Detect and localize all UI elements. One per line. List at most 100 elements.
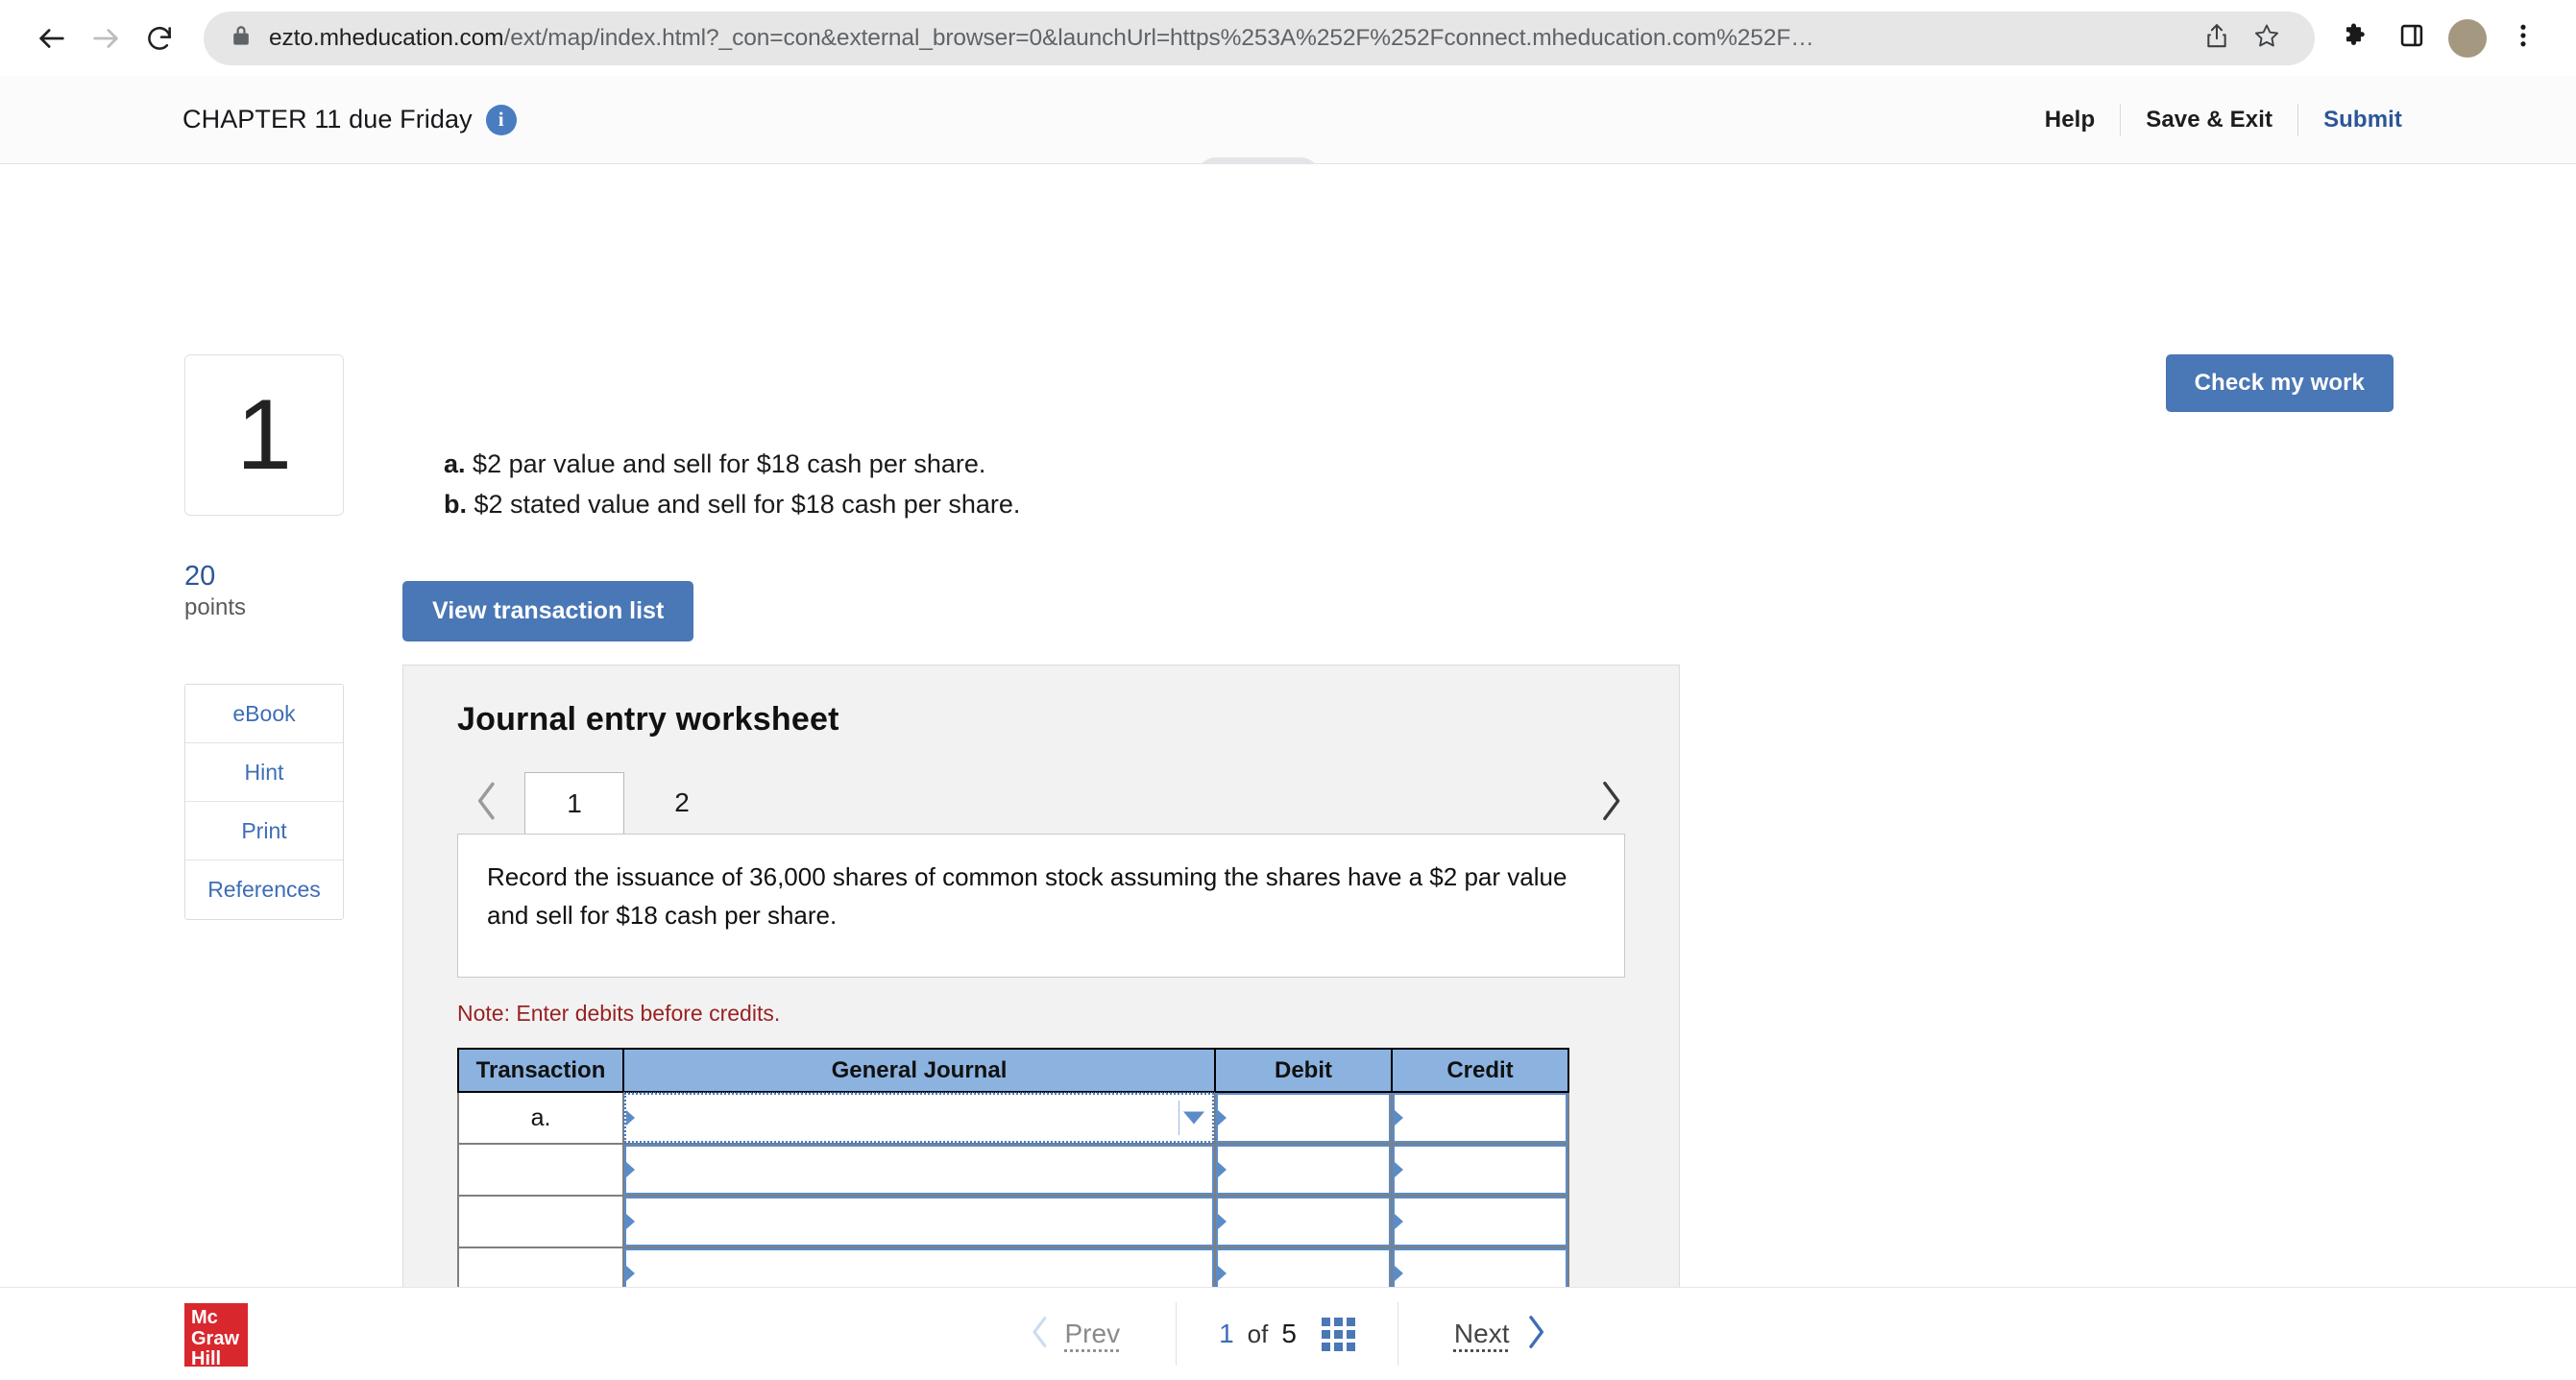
reload-button[interactable] [133, 12, 186, 65]
profile-button[interactable] [2440, 11, 2495, 66]
cell-credit[interactable] [1391, 1091, 1569, 1145]
grid-view-icon[interactable] [1321, 1317, 1355, 1351]
cell-transaction [457, 1195, 624, 1248]
cell-transaction: a. [457, 1091, 624, 1145]
view-transaction-list-button[interactable]: View transaction list [402, 581, 694, 642]
share-button[interactable] [2192, 13, 2242, 63]
journal-entry-worksheet-panel: Journal entry worksheet 1 2 Record the i… [402, 665, 1680, 1380]
credit-input[interactable] [1393, 1145, 1567, 1195]
sidebar-item-references[interactable]: References [185, 860, 343, 920]
app-header: CHAPTER 11 due Friday i Saved Help Save … [0, 76, 2576, 199]
cell-transaction [457, 1143, 624, 1197]
cell-general-journal[interactable] [622, 1091, 1216, 1145]
table-row [457, 1195, 1569, 1248]
prev-section: Prev [986, 1302, 1177, 1366]
cell-general-journal[interactable] [622, 1195, 1216, 1248]
cell-debit[interactable] [1214, 1091, 1393, 1145]
general-journal-dropdown[interactable] [623, 1092, 1215, 1144]
share-icon [2204, 22, 2229, 54]
forward-arrow-icon [89, 22, 122, 55]
note-text: Note: Enter debits before credits. [457, 1001, 781, 1026]
check-my-work-button[interactable]: Check my work [2165, 354, 2394, 412]
question-line-b-marker: b. [444, 489, 467, 519]
cell-credit[interactable] [1391, 1195, 1569, 1248]
avatar-icon [2448, 18, 2487, 58]
pagination: Prev 1 of 5 Next [986, 1288, 1591, 1380]
info-icon[interactable]: i [485, 104, 517, 135]
address-bar[interactable]: ezto.mheducation.com/ext/map/index.html?… [204, 11, 2315, 65]
credit-input[interactable] [1393, 1197, 1567, 1247]
table-row: a. [457, 1091, 1569, 1145]
general-journal-dropdown[interactable] [624, 1145, 1214, 1195]
instruction-box: Record the issuance of 36,000 shares of … [457, 834, 1625, 978]
question-number: 1 [236, 379, 292, 491]
forward-button[interactable] [79, 12, 133, 65]
header-actions: Help Save & Exit Submit [2020, 103, 2538, 136]
side-panel-button[interactable] [2384, 11, 2440, 66]
points-value: 20 [184, 561, 216, 592]
general-journal-dropdown[interactable] [624, 1197, 1214, 1247]
sidebar-item-ebook[interactable]: eBook [185, 685, 343, 744]
debit-input[interactable] [1216, 1145, 1391, 1195]
browser-toolbar: ezto.mheducation.com/ext/map/index.html?… [0, 0, 2576, 76]
tab-1[interactable]: 1 [524, 772, 624, 834]
mcgraw-hill-logo: Mc Graw Hill [184, 1303, 248, 1370]
sidebar-item-hint[interactable]: Hint [185, 743, 343, 803]
footer-bar: Mc Graw Hill Prev 1 of 5 Next [0, 1287, 2576, 1380]
chevron-left-icon [473, 780, 501, 827]
column-header-general-journal: General Journal [622, 1048, 1216, 1093]
tab-2[interactable]: 2 [632, 772, 732, 834]
prev-button[interactable]: Prev [1052, 1319, 1134, 1349]
back-button[interactable] [25, 12, 79, 65]
main-content: Check my work 1 20 points eBook Hint Pri… [0, 164, 2576, 1380]
question-sidebar: 1 20 points eBook Hint Print References [184, 354, 344, 921]
next-section: Next [1397, 1302, 1591, 1366]
url-domain: ezto.mheducation.com [269, 24, 504, 51]
tool-list: eBook Hint Print References [184, 684, 344, 921]
question-number-card: 1 [184, 354, 344, 516]
tab-next-button[interactable] [1581, 772, 1640, 834]
debit-input[interactable] [1216, 1197, 1391, 1247]
tab-prev-button[interactable] [457, 772, 517, 834]
question-line-a-marker: a. [444, 449, 466, 478]
question-line-b-text: $2 stated value and sell for $18 cash pe… [474, 489, 1021, 519]
bookmark-button[interactable] [2242, 13, 2292, 63]
cell-credit[interactable] [1391, 1143, 1569, 1197]
chevron-left-icon [1029, 1315, 1052, 1354]
total-pages: 5 [1281, 1319, 1297, 1348]
reload-icon [144, 23, 175, 54]
page-indicator-section: 1 of 5 [1176, 1302, 1397, 1366]
debit-input[interactable] [1216, 1093, 1391, 1143]
points-label: points [184, 594, 247, 621]
extensions-button[interactable] [2328, 11, 2384, 66]
submit-link[interactable]: Submit [2298, 107, 2427, 133]
save-and-exit-link[interactable]: Save & Exit [2121, 107, 2297, 133]
lock-icon [231, 24, 252, 52]
credit-input[interactable] [1393, 1093, 1567, 1143]
url-path: /ext/map/index.html?_con=con&external_br… [503, 24, 1814, 51]
three-dot-menu-icon [2512, 22, 2535, 54]
question-text: a. $2 par value and sell for $18 cash pe… [444, 445, 1020, 524]
url-text: ezto.mheducation.com/ext/map/index.html?… [269, 25, 2192, 52]
chevron-right-icon [1523, 1314, 1548, 1355]
page-title: CHAPTER 11 due Friday [182, 105, 473, 133]
column-header-credit: Credit [1391, 1048, 1569, 1093]
chevron-right-icon [1595, 779, 1626, 828]
cell-debit[interactable] [1214, 1143, 1393, 1197]
star-icon [2253, 22, 2280, 54]
cell-debit[interactable] [1214, 1195, 1393, 1248]
cell-general-journal[interactable] [622, 1143, 1216, 1197]
table-header-row: Transaction General Journal Debit Credit [457, 1048, 1569, 1093]
help-link[interactable]: Help [2020, 107, 2120, 133]
page-of-label: of [1247, 1319, 1269, 1348]
logo-line-1: Mc [191, 1307, 218, 1328]
next-button[interactable]: Next [1441, 1319, 1523, 1349]
question-line-a-text: $2 par value and sell for $18 cash per s… [473, 449, 986, 478]
sidebar-item-print[interactable]: Print [185, 802, 343, 861]
logo-line-3: Hill [191, 1348, 222, 1370]
chevron-down-icon [1183, 1111, 1204, 1125]
chrome-menu-button[interactable] [2495, 11, 2551, 66]
assignment-title-group: CHAPTER 11 due Friday i [182, 104, 517, 135]
side-panel-icon [2398, 22, 2425, 54]
worksheet-tabs: 1 2 [403, 772, 1679, 834]
